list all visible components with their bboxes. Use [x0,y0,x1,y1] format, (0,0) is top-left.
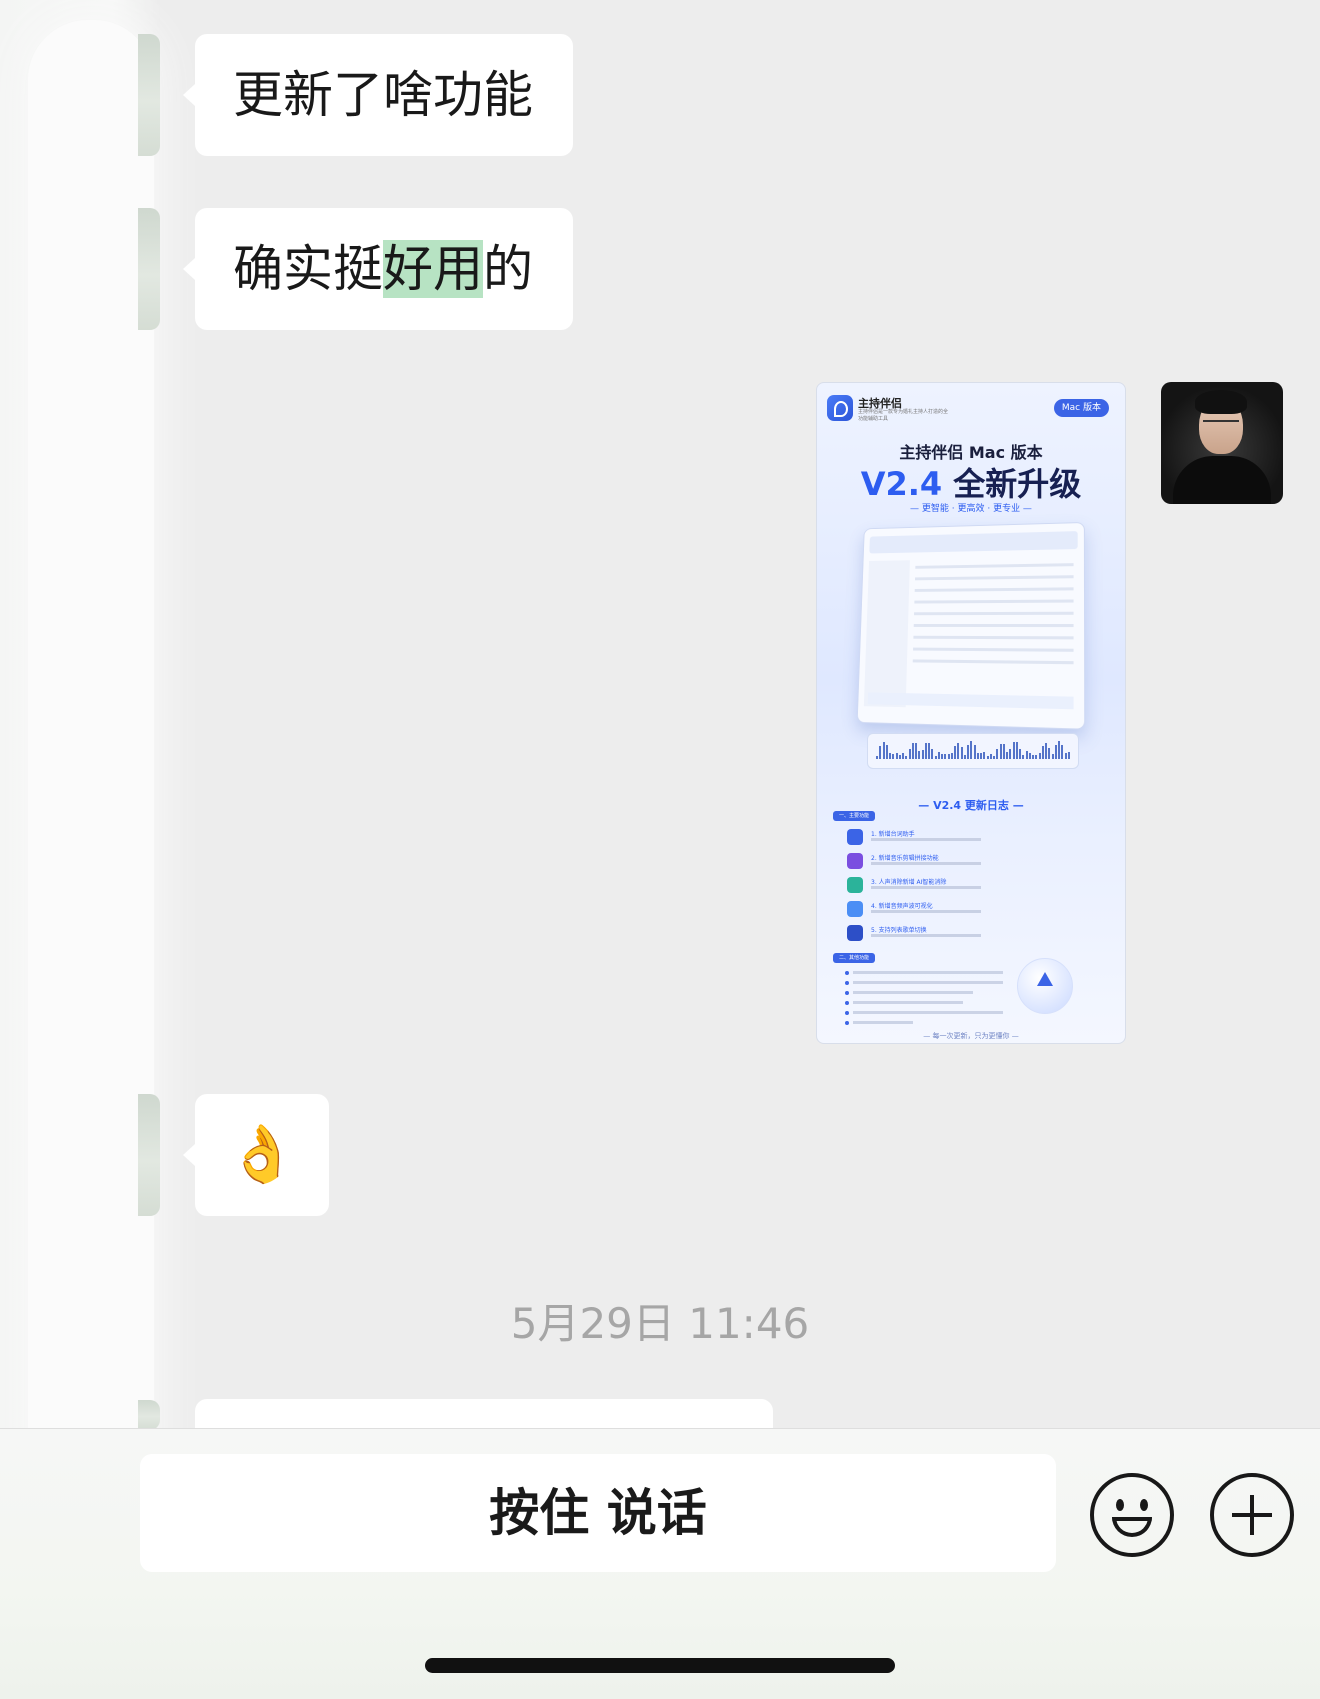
contact-avatar[interactable] [138,1094,160,1216]
waveform-illustration [867,733,1079,769]
waveform-bar [892,753,895,759]
waveform-bar [960,746,963,759]
waveform-bar [928,742,930,759]
waveform-bar [973,745,976,759]
poster-version: V2.4 [860,465,943,503]
waveform-bar [1041,746,1044,759]
message-text: 更新了啥功能 [233,66,533,124]
waveform-bar [902,753,904,759]
emoji-message-bubble[interactable]: 👌 [183,1094,329,1216]
waveform-bar [898,755,901,759]
plus-icon[interactable] [1210,1473,1294,1557]
waveform-bar [1015,742,1018,759]
waveform-bar [1009,749,1012,759]
waveform-bar [915,743,917,759]
waveform-bar [1064,753,1067,759]
message-text: 的 [483,240,533,298]
waveform-bar [1058,740,1060,759]
waveform-bar [983,752,986,759]
poster-footer: — 每一次更新，只为更懂你 — [923,1032,1019,1040]
waveform-bar [1025,751,1028,759]
home-indicator [425,1658,895,1673]
waveform-bar [1006,751,1008,759]
app-screenshot-illustration [856,521,1086,730]
waveform-bar [934,755,937,759]
waveform-bar [1028,753,1031,759]
waveform-bar [996,749,999,759]
contact-avatar[interactable] [138,208,160,330]
waveform-bar [1002,744,1005,759]
hold-to-talk-button[interactable]: 按住 说话 [140,1454,1056,1572]
contact-avatar[interactable] [138,34,160,156]
waveform-bar [989,754,992,759]
waveform-bar [941,754,943,759]
waveform-bar [967,745,969,759]
waveform-bar [889,752,891,759]
waveform-bar [944,754,947,759]
ai-icon [847,877,863,893]
waveform-bar [876,756,878,759]
waveform-bar [1022,755,1025,759]
image-message[interactable]: 主持伴侣 主持伴侣是一款专为婚礼主持人打造的全功能辅助工具 Mac 版本 主持伴… [816,382,1126,1044]
selected-text-highlight[interactable]: 好用 [383,240,483,298]
my-avatar[interactable] [1161,382,1283,504]
waveform-bar [905,755,908,759]
contact-avatar[interactable] [138,1400,160,1430]
waveform-bar [911,743,914,759]
waveform-bar [1019,748,1021,759]
waveform-bar [993,755,995,759]
waveform-bar [1051,754,1054,759]
waveform-bar [1054,744,1057,759]
waveform-bar [954,745,956,759]
sparkle-icon [847,901,863,917]
waveform-bar [970,741,973,759]
waveform-bar [885,745,888,759]
waveform-bar [879,746,882,759]
ok-hand-emoji: 👌 [227,1122,297,1187]
poster-headline-text: 全新升级 [953,465,1082,503]
waveform-bar [950,752,953,759]
folder-icon [847,925,863,941]
waveform-bar [918,751,921,759]
waveform-bar [908,749,911,759]
waveform-bar [1048,747,1051,759]
poster-brand-sub: 主持伴侣是一款专为婚礼主持人打造的全功能辅助工具 [858,409,949,422]
waveform-bar [1012,742,1015,759]
smile-icon[interactable] [1090,1473,1174,1557]
waveform-bar [976,753,979,759]
message-bubble[interactable]: 更新了啥功能 [183,34,573,156]
waveform-bar [931,748,934,759]
message-bubble[interactable]: 确实挺好用的 [183,208,573,330]
waveform-bar [999,743,1002,759]
waveform-bar [1067,752,1070,759]
waveform-bar [963,755,966,759]
waveform-bar [986,755,989,759]
doc-icon [847,829,863,845]
app-logo-icon [827,395,853,421]
waveform-bar [1038,752,1041,759]
waveform-bar [947,754,950,759]
message-text: 确实挺 [233,240,383,298]
waveform-bar [1035,754,1038,759]
waveform-bar [1045,743,1047,759]
music-icon [847,853,863,869]
waveform-bar [921,750,924,759]
upload-arrow-icon [1017,958,1073,1014]
waveform-bar [882,741,885,759]
message-timestamp: 5月29日 11:46 [510,1299,810,1348]
waveform-bar [1032,755,1034,759]
waveform-bar [937,752,940,759]
waveform-bar [924,742,927,759]
poster-mac-badge: Mac 版本 [1053,399,1109,417]
waveform-bar [895,753,898,759]
message-bubble-partial[interactable] [195,1399,773,1429]
waveform-bar [1061,744,1064,759]
waveform-bar [957,742,960,759]
waveform-bar [980,753,982,759]
changelog-section-1: 一、主要功能 [833,811,876,821]
changelog-section-2: 二、其他功能 [833,953,876,963]
poster-headline: V2.4 全新升级 [817,459,1125,505]
poster-tagline: — 更智能 · 更高效 · 更专业 — [910,504,1032,514]
